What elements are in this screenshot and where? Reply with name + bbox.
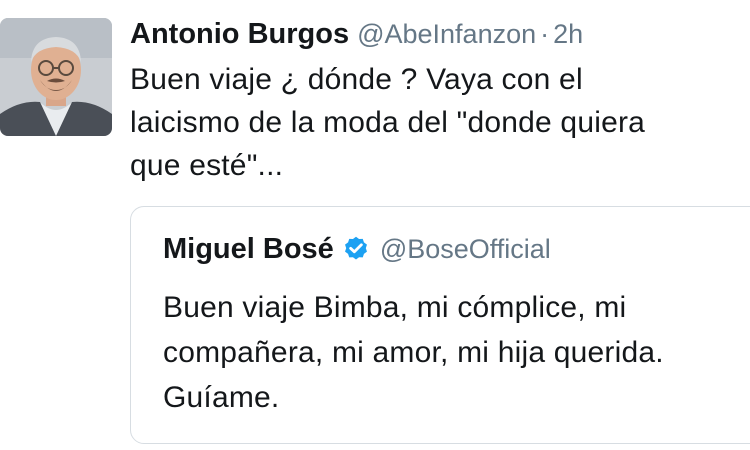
quoted-author-handle[interactable]: @BoseOfficial <box>380 229 551 269</box>
verified-badge-icon <box>342 235 370 263</box>
tweet-text-line: que esté"... <box>130 149 284 182</box>
quoted-tweet-header: Miguel Bosé @BoseOfficial <box>163 229 551 269</box>
tweet: Antonio Burgos @AbeInfanzon · 2h Buen viaje… <box>0 0 750 450</box>
quoted-tweet-card[interactable]: Miguel Bosé @BoseOfficial Buen viaje Bim… <box>130 206 750 444</box>
tweet-header: Antonio Burgos @AbeInfanzon · 2h <box>130 14 583 59</box>
quoted-tweet-text: Buen viaje Bimba, mi cómplice, mi compañ… <box>163 285 750 420</box>
author-name[interactable]: Antonio Burgos <box>130 18 349 50</box>
quoted-text-line: Guíame. <box>163 381 280 414</box>
separator-dot: · <box>540 19 550 49</box>
tweet-text: Buen viaje ¿ dónde ? Vaya con el laicism… <box>130 58 740 187</box>
quoted-text-line: compañera, mi amor, mi hija querida. <box>163 336 664 369</box>
quoted-author-name[interactable]: Miguel Bosé <box>163 229 334 269</box>
tweet-time[interactable]: 2h <box>553 19 583 49</box>
tweet-text-line: laicismo de la moda del "donde quiera <box>130 106 646 139</box>
avatar[interactable] <box>0 18 112 136</box>
tweet-text-line: Buen viaje ¿ dónde ? Vaya con el <box>130 63 583 96</box>
author-handle[interactable]: @AbeInfanzon <box>357 19 536 49</box>
quoted-text-line: Buen viaje Bimba, mi cómplice, mi <box>163 291 627 324</box>
